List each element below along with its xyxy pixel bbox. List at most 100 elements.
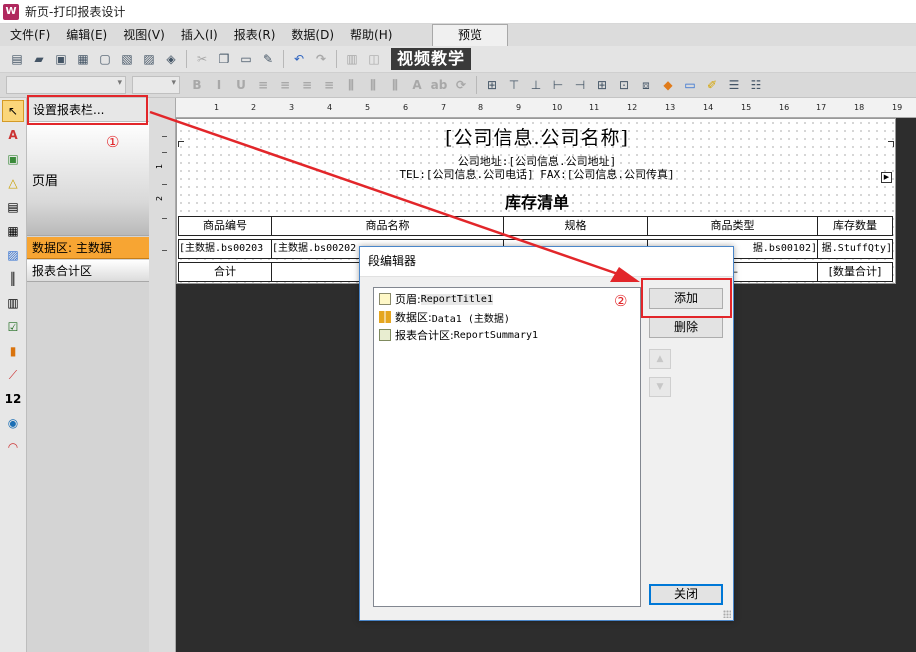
- rich-text-icon[interactable]: ▥: [2, 292, 24, 314]
- header-cell[interactable]: 商品类型: [647, 216, 818, 236]
- save-icon[interactable]: ▣: [52, 50, 70, 68]
- move-up-icon[interactable]: ▲: [649, 349, 671, 369]
- resize-grip-icon[interactable]: [723, 610, 731, 618]
- barcode-icon[interactable]: ║: [2, 268, 24, 290]
- chart-box-icon[interactable]: ▨: [2, 244, 24, 266]
- menu-view[interactable]: 视图(V): [115, 24, 173, 46]
- settings-icon[interactable]: ◈: [162, 50, 180, 68]
- border-inner-icon[interactable]: ⊞: [593, 76, 611, 94]
- summary-cell[interactable]: 合计: [178, 262, 272, 282]
- menu-edit[interactable]: 编辑(E): [58, 24, 115, 46]
- list-item-label: 数据区:: [395, 311, 432, 324]
- picture-object-icon[interactable]: ▣: [2, 148, 24, 170]
- save-all-icon[interactable]: ▦: [74, 50, 92, 68]
- list-item[interactable]: 数据区: Data1 (主数据): [374, 309, 640, 325]
- report-contact[interactable]: TEL:[公司信息.公司电话] FAX:[公司信息.公司传真]: [177, 166, 897, 182]
- fill-color-icon[interactable]: ◆: [659, 76, 677, 94]
- new-report-icon[interactable]: ▧: [118, 50, 136, 68]
- data-cell[interactable]: 据.StuffQty]: [817, 239, 893, 259]
- new-page-icon[interactable]: ▢: [96, 50, 114, 68]
- summary-cell[interactable]: [数量合计]: [817, 262, 893, 282]
- valign-middle-icon[interactable]: ⫼: [364, 76, 382, 94]
- menu-insert[interactable]: 插入(I): [173, 24, 226, 46]
- paste-icon[interactable]: ▭: [237, 50, 255, 68]
- ruler-number: 12: [627, 103, 638, 112]
- ruler-number: 18: [854, 103, 865, 112]
- gauge-icon[interactable]: ◠: [2, 436, 24, 458]
- border-bottom-icon[interactable]: ⊥: [527, 76, 545, 94]
- valign-top-icon[interactable]: ⫼: [342, 76, 360, 94]
- menu-data[interactable]: 数据(D): [283, 24, 342, 46]
- select-pointer-icon[interactable]: ↖: [2, 100, 24, 122]
- list-item[interactable]: 页眉: ReportTitle1: [374, 291, 640, 307]
- line-style-icon[interactable]: ☷: [747, 76, 765, 94]
- bar-chart-icon[interactable]: ▮: [2, 340, 24, 362]
- text-object-icon[interactable]: A: [2, 124, 24, 146]
- header-cell[interactable]: 规格: [503, 216, 648, 236]
- menu-report[interactable]: 报表(R): [226, 24, 284, 46]
- band-expand-icon[interactable]: ▶: [881, 172, 892, 183]
- delete-button[interactable]: 删除: [649, 317, 723, 338]
- report-subtitle[interactable]: 库存清单: [177, 189, 897, 213]
- border-all-icon[interactable]: ⊞: [483, 76, 501, 94]
- data-cell[interactable]: [主数据.bs00203: [178, 239, 272, 259]
- table-object-icon[interactable]: ▦: [2, 220, 24, 242]
- italic-icon[interactable]: I: [210, 76, 228, 94]
- group-icon[interactable]: ▥: [343, 50, 361, 68]
- header-cell[interactable]: 商品名称: [271, 216, 504, 236]
- header-cell[interactable]: 库存数量: [817, 216, 893, 236]
- tab-preview[interactable]: 预览: [432, 24, 508, 46]
- line-width-icon[interactable]: ☰: [725, 76, 743, 94]
- list-item[interactable]: 报表合计区: ReportSummary1: [374, 327, 640, 343]
- border-none-icon[interactable]: ⊡: [615, 76, 633, 94]
- line-color-icon[interactable]: ✐: [703, 76, 721, 94]
- number-icon[interactable]: 12: [2, 388, 24, 410]
- band-data[interactable]: 数据区: 主数据: [27, 237, 149, 259]
- band-list[interactable]: 页眉: ReportTitle1 数据区: Data1 (主数据) 报表合计区:…: [373, 287, 641, 607]
- align-justify-icon[interactable]: ≡: [320, 76, 338, 94]
- font-name-select[interactable]: [6, 76, 126, 94]
- font-color-icon[interactable]: A: [408, 76, 426, 94]
- report-company-name[interactable]: [公司信息.公司名称]: [177, 123, 897, 150]
- redo-icon[interactable]: ↷: [312, 50, 330, 68]
- highlight-icon[interactable]: ab: [430, 76, 448, 94]
- rotate-icon[interactable]: ⟳: [452, 76, 470, 94]
- undo-icon[interactable]: ↶: [290, 50, 308, 68]
- border-top-icon[interactable]: ⊤: [505, 76, 523, 94]
- ruler-number: 4: [327, 103, 333, 112]
- align-left-icon[interactable]: ≡: [254, 76, 272, 94]
- menu-file[interactable]: 文件(F): [0, 24, 58, 46]
- open-folder-icon[interactable]: ▰: [30, 50, 48, 68]
- ungroup-icon[interactable]: ◫: [365, 50, 383, 68]
- format-painter-icon[interactable]: ✎: [259, 50, 277, 68]
- image-icon[interactable]: ▨: [140, 50, 158, 68]
- align-center-icon[interactable]: ≡: [276, 76, 294, 94]
- align-right-icon[interactable]: ≡: [298, 76, 316, 94]
- page-header-band-icon: [379, 293, 391, 305]
- valign-bottom-icon[interactable]: ⫼: [386, 76, 404, 94]
- menu-help[interactable]: 帮助(H): [342, 24, 400, 46]
- checkbox-icon[interactable]: ☑: [2, 316, 24, 338]
- globe-icon[interactable]: ◉: [2, 412, 24, 434]
- border-right-icon[interactable]: ⊣: [571, 76, 589, 94]
- band-summary[interactable]: 报表合计区: [27, 260, 149, 282]
- copy-icon[interactable]: ❐: [215, 50, 233, 68]
- video-tutorial-banner[interactable]: 视频教学: [391, 48, 472, 70]
- border-shadow-icon[interactable]: ⧈: [637, 76, 655, 94]
- move-down-icon[interactable]: ▼: [649, 377, 671, 397]
- shape-object-icon[interactable]: △: [2, 172, 24, 194]
- line-chart-icon[interactable]: ⟋: [2, 364, 24, 386]
- font-size-select[interactable]: [132, 76, 180, 94]
- header-cell[interactable]: 商品编号: [178, 216, 272, 236]
- new-icon[interactable]: ▤: [8, 50, 26, 68]
- close-button[interactable]: 关闭: [649, 584, 723, 605]
- table-header-row: 商品编号 商品名称 规格 商品类型 库存数量: [178, 216, 893, 236]
- band-page-header[interactable]: 页眉: [27, 122, 149, 236]
- bold-icon[interactable]: B: [188, 76, 206, 94]
- underline-icon[interactable]: U: [232, 76, 250, 94]
- frame-color-icon[interactable]: ▭: [681, 76, 699, 94]
- cut-icon[interactable]: ✂: [193, 50, 211, 68]
- title-bar: W 新页-打印报表设计: [0, 0, 916, 24]
- border-left-icon[interactable]: ⊢: [549, 76, 567, 94]
- subreport-icon[interactable]: ▤: [2, 196, 24, 218]
